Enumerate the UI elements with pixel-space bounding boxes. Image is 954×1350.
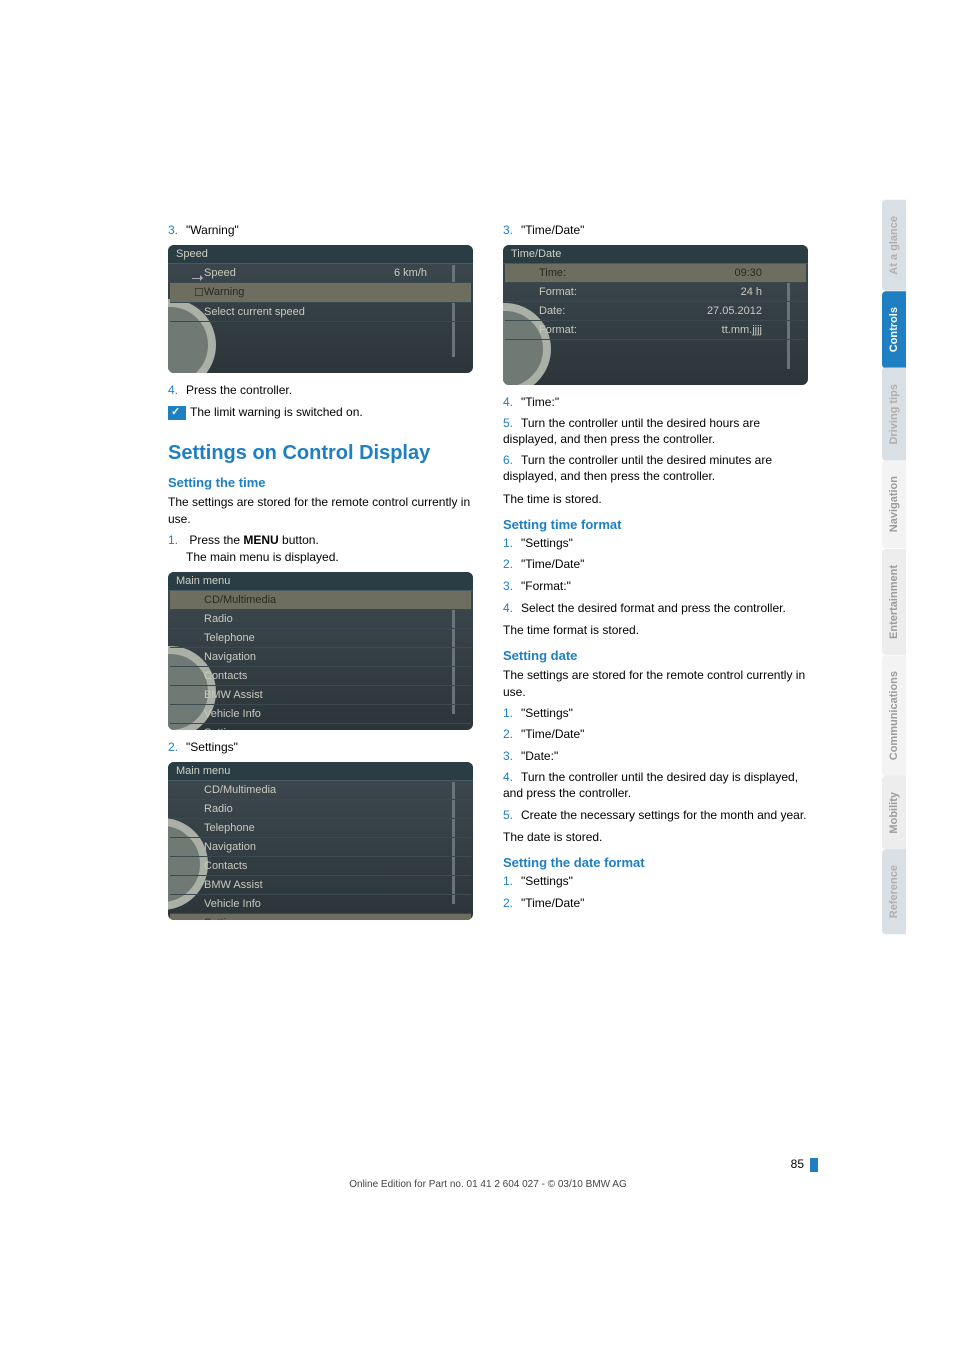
tab-driving-tips[interactable]: Driving tips	[882, 368, 906, 461]
idrive-title: Main menu	[168, 762, 473, 781]
step-number: 6.	[503, 453, 521, 469]
paragraph: The time format is stored.	[503, 622, 808, 638]
idrive-row: Format:24 h	[505, 283, 806, 302]
step-text: "Settings"	[521, 536, 573, 550]
idrive-row: Vehicle Info	[170, 705, 471, 724]
step-number: 1.	[168, 533, 186, 549]
idrive-row: BMW Assist	[170, 686, 471, 705]
idrive-row: Select current speed	[170, 303, 471, 322]
idrive-row: Date:27.05.2012	[505, 302, 806, 321]
step-text: "Settings"	[521, 706, 573, 720]
paragraph: The time is stored.	[503, 491, 808, 507]
step-text: Turn the controller until the desired da…	[503, 770, 798, 800]
step-text: "Time/Date"	[521, 727, 584, 741]
idrive-row: Radio	[170, 610, 471, 629]
step-number: 4.	[503, 601, 521, 617]
idrive-row: Navigation	[170, 648, 471, 667]
paragraph: The settings are stored for the remote c…	[168, 494, 473, 526]
tab-controls[interactable]: Controls	[882, 291, 906, 368]
idrive-row: BMW Assist	[170, 876, 471, 895]
idrive-row: CD/Multimedia	[170, 781, 471, 800]
step-text: Select the desired format and press the …	[521, 601, 786, 615]
idrive-row: Vehicle Info	[170, 895, 471, 914]
tab-entertainment[interactable]: Entertainment	[882, 549, 906, 655]
idrive-row: Contacts	[170, 667, 471, 686]
step-text: "Time/Date"	[521, 223, 584, 237]
step-text: "Date:"	[521, 749, 558, 763]
idrive-speed-screenshot: Speed Speed6 km/h ☐ Warning Select curre…	[168, 245, 473, 373]
idrive-row: Navigation	[170, 838, 471, 857]
step-number: 1.	[503, 536, 521, 552]
footer-line: Online Edition for Part no. 01 41 2 604 …	[168, 1179, 808, 1190]
idrive-mainmenu-screenshot: Main menu CD/Multimedia Radio Telephone …	[168, 572, 473, 730]
idrive-row: Settings	[170, 724, 471, 730]
step-number: 3.	[503, 223, 521, 239]
step-number: 2.	[503, 727, 521, 743]
left-column: 3."Warning" Speed Speed6 km/h ☐ Warning …	[168, 223, 473, 930]
section-heading: Settings on Control Display	[168, 442, 473, 465]
subsection-heading: Setting time format	[503, 517, 808, 532]
step-text: Press the controller.	[186, 383, 292, 397]
step-number: 3.	[503, 749, 521, 765]
step-text: "Time/Date"	[521, 557, 584, 571]
step-number: 4.	[503, 395, 521, 411]
step-number: 5.	[503, 416, 521, 432]
step-number: 2.	[503, 896, 521, 912]
step-text: "Warning"	[186, 223, 239, 237]
idrive-title: Main menu	[168, 572, 473, 591]
step-text: Create the necessary settings for the mo…	[521, 808, 807, 822]
subsection-heading: Setting date	[503, 648, 808, 663]
tab-at-a-glance[interactable]: At a glance	[882, 200, 906, 291]
idrive-title: Time/Date	[503, 245, 808, 264]
tab-reference[interactable]: Reference	[882, 849, 906, 934]
idrive-timedate-screenshot: Time/Date Time:09:30 Format:24 h Date:27…	[503, 245, 808, 385]
tab-navigation[interactable]: Navigation	[882, 460, 906, 548]
tab-mobility[interactable]: Mobility	[882, 776, 906, 850]
step-number: 1.	[503, 706, 521, 722]
tab-communications[interactable]: Communications	[882, 655, 906, 776]
subsection-heading: Setting the time	[168, 475, 473, 490]
paragraph: The settings are stored for the remote c…	[503, 667, 808, 699]
step-text: Press the MENU button.	[189, 533, 318, 547]
idrive-row: Telephone	[170, 819, 471, 838]
side-tabs: At a glance Controls Driving tips Naviga…	[882, 200, 912, 935]
page-number: 85	[791, 1157, 818, 1172]
page-marker-icon	[810, 1158, 818, 1172]
limit-text: The limit warning is switched on.	[190, 405, 363, 419]
step-text: Turn the controller until the desired ho…	[503, 416, 760, 446]
idrive-row-selected: ☐ Warning	[170, 283, 471, 303]
idrive-mainmenu-settings-screenshot: Main menu CD/Multimedia Radio Telephone …	[168, 762, 473, 920]
paragraph: The date is stored.	[503, 829, 808, 845]
idrive-row: Radio	[170, 800, 471, 819]
step-text: "Settings"	[521, 874, 573, 888]
step-number: 3.	[503, 579, 521, 595]
idrive-row-selected: Settings	[170, 914, 471, 920]
step-number: 5.	[503, 808, 521, 824]
subsection-heading: Setting the date format	[503, 855, 808, 870]
step-subtext: The main menu is displayed.	[186, 550, 473, 566]
idrive-row: Telephone	[170, 629, 471, 648]
step-number: 4.	[503, 770, 521, 786]
right-column: 3."Time/Date" Time/Date Time:09:30 Forma…	[503, 223, 808, 930]
step-number: 1.	[503, 874, 521, 890]
step-text: "Time/Date"	[521, 896, 584, 910]
idrive-row-selected: Time:09:30	[505, 264, 806, 283]
checkmark-icon	[168, 406, 186, 420]
step-text: "Settings"	[186, 740, 238, 754]
step-text: "Time:"	[521, 395, 559, 409]
step-number: 3.	[168, 223, 186, 239]
idrive-row: Format:tt.mm.jjjj	[505, 321, 806, 340]
idrive-row-selected: CD/Multimedia	[170, 591, 471, 610]
step-text: Turn the controller until the desired mi…	[503, 453, 772, 483]
step-number: 4.	[168, 383, 186, 399]
step-number: 2.	[503, 557, 521, 573]
idrive-row: Speed6 km/h	[170, 264, 471, 283]
idrive-title: Speed	[168, 245, 473, 264]
idrive-row: Contacts	[170, 857, 471, 876]
step-text: "Format:"	[521, 579, 571, 593]
step-number: 2.	[168, 740, 186, 756]
